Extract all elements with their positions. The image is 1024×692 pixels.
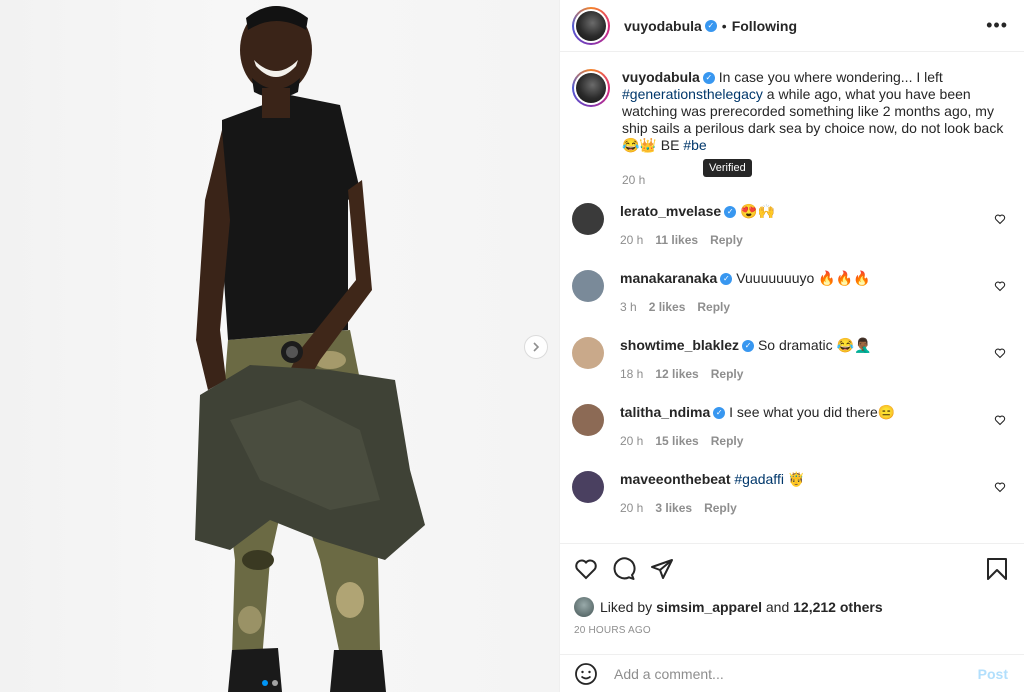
caption-text-1: In case you where wondering... I left xyxy=(718,69,943,85)
chevron-right-icon xyxy=(533,342,540,352)
comment-username[interactable]: talitha_ndima xyxy=(620,404,710,420)
post-comment-button[interactable]: Post xyxy=(978,666,1008,682)
verified-badge-icon: ✓ xyxy=(720,273,733,286)
comment-avatar[interactable] xyxy=(572,337,604,369)
comment-row: manakaranaka ✓ Vuuuuuuuyo 🔥🔥🔥 3 h 2 likes… xyxy=(572,270,1008,316)
comment-avatar[interactable] xyxy=(572,270,604,302)
comment-time[interactable]: 3 h xyxy=(620,299,637,316)
liked-by: Liked by simsim_apparel and 12,212 other… xyxy=(574,597,1008,617)
reply-button[interactable]: Reply xyxy=(711,366,744,383)
like-comment-heart-icon[interactable] xyxy=(994,481,1006,493)
carousel-dots xyxy=(262,680,278,686)
comment-likes[interactable]: 15 likes xyxy=(655,433,698,450)
post-sidebar: vuyodabula ✓ • Following ••• vuyodabula ✓… xyxy=(559,0,1024,692)
caption-username[interactable]: vuyodabula xyxy=(622,69,700,85)
comment-username[interactable]: maveeonthebeat xyxy=(620,471,730,487)
verified-badge-icon: ✓ xyxy=(742,340,755,353)
liked-by-user[interactable]: simsim_apparel xyxy=(656,599,762,615)
like-comment-heart-icon[interactable] xyxy=(994,414,1006,426)
hashtag-link[interactable]: #generationsthelegacy xyxy=(622,86,763,102)
add-comment-input[interactable] xyxy=(614,665,978,682)
comment-likes[interactable]: 3 likes xyxy=(655,500,692,517)
like-comment-heart-icon[interactable] xyxy=(994,280,1006,292)
caption-time[interactable]: 20 h xyxy=(622,172,645,189)
post-actions: Liked by simsim_apparel and 12,212 other… xyxy=(560,543,1024,636)
comment-row: maveeonthebeat #gadaffi 🤴 20 h 3 likes R… xyxy=(572,471,1008,517)
comment-text: 😍🙌 xyxy=(740,203,775,219)
likes-count[interactable]: 12,212 others xyxy=(793,599,883,615)
caption: vuyodabula ✓ In case you where wondering.… xyxy=(572,69,1008,189)
comment-text: I see what you did there😑 xyxy=(729,404,896,420)
comment-likes[interactable]: 2 likes xyxy=(649,299,686,316)
like-heart-icon[interactable] xyxy=(574,557,598,581)
comment-likes[interactable]: 11 likes xyxy=(655,232,698,249)
comment-likes[interactable]: 12 likes xyxy=(655,366,698,383)
post-photo[interactable] xyxy=(0,0,559,692)
like-comment-heart-icon[interactable] xyxy=(994,347,1006,359)
comment-row: showtime_blaklez ✓ So dramatic 😂🤦🏾‍♂️ 18 … xyxy=(572,337,1008,383)
comment-avatar[interactable] xyxy=(572,471,604,503)
share-paper-plane-icon[interactable] xyxy=(650,557,674,581)
follow-separator: • xyxy=(721,17,727,34)
comment-text: So dramatic 😂🤦🏾‍♂️ xyxy=(757,337,872,353)
comment-time[interactable]: 18 h xyxy=(620,366,643,383)
comment-avatar[interactable] xyxy=(572,404,604,436)
reply-button[interactable]: Reply xyxy=(697,299,730,316)
comment-row: lerato_mvelase ✓ 😍🙌 20 h 11 likes Reply xyxy=(572,203,1008,249)
verified-badge-icon: ✓ xyxy=(702,72,715,85)
emoji-smiley-icon[interactable] xyxy=(574,662,598,686)
hashtag-link[interactable]: #gadaffi xyxy=(734,471,784,487)
verified-tooltip: Verified xyxy=(703,159,752,177)
verified-badge-icon: ✓ xyxy=(704,19,717,32)
author-avatar[interactable] xyxy=(572,6,610,45)
author-username[interactable]: vuyodabula xyxy=(624,18,702,34)
caption-avatar[interactable] xyxy=(572,69,610,107)
reply-button[interactable]: Reply xyxy=(704,500,737,517)
carousel-dot xyxy=(272,680,278,686)
comment-username[interactable]: lerato_mvelase xyxy=(620,203,721,219)
comment-bubble-icon[interactable] xyxy=(612,557,636,581)
post-timestamp[interactable]: 20 HOURS AGO xyxy=(574,625,1008,636)
comment-time[interactable]: 20 h xyxy=(620,500,643,517)
save-bookmark-icon[interactable] xyxy=(986,557,1008,581)
reply-button[interactable]: Reply xyxy=(711,433,744,450)
comment-username[interactable]: manakaranaka xyxy=(620,270,717,286)
comments-list: vuyodabula ✓ In case you where wondering.… xyxy=(560,53,1024,543)
man-in-camo-photo xyxy=(195,6,425,692)
liker-avatar[interactable] xyxy=(574,597,594,617)
comment-time[interactable]: 20 h xyxy=(620,232,643,249)
carousel-dot-active xyxy=(262,680,268,686)
add-comment-bar: Post xyxy=(560,654,1024,692)
verified-badge-icon: ✓ xyxy=(724,206,737,219)
liked-by-prefix: Liked by xyxy=(600,599,653,615)
reply-button[interactable]: Reply xyxy=(710,232,743,249)
next-photo-button[interactable] xyxy=(524,335,548,359)
like-comment-heart-icon[interactable] xyxy=(994,213,1006,225)
comment-text: 🤴 xyxy=(783,471,806,487)
post-header: vuyodabula ✓ • Following ••• xyxy=(560,0,1024,52)
comment-avatar[interactable] xyxy=(572,203,604,235)
comment-username[interactable]: showtime_blaklez xyxy=(620,337,739,353)
hashtag-link[interactable]: #be xyxy=(683,137,706,153)
comment-row: talitha_ndima ✓ I see what you did there😑… xyxy=(572,404,1008,450)
liked-by-and: and xyxy=(762,599,794,615)
following-button[interactable]: Following xyxy=(732,18,797,34)
comment-time[interactable]: 20 h xyxy=(620,433,643,450)
more-options-icon[interactable]: ••• xyxy=(986,15,1008,36)
comment-text: Vuuuuuuuyo 🔥🔥🔥 xyxy=(736,270,871,286)
verified-badge-icon: ✓ xyxy=(713,407,726,420)
